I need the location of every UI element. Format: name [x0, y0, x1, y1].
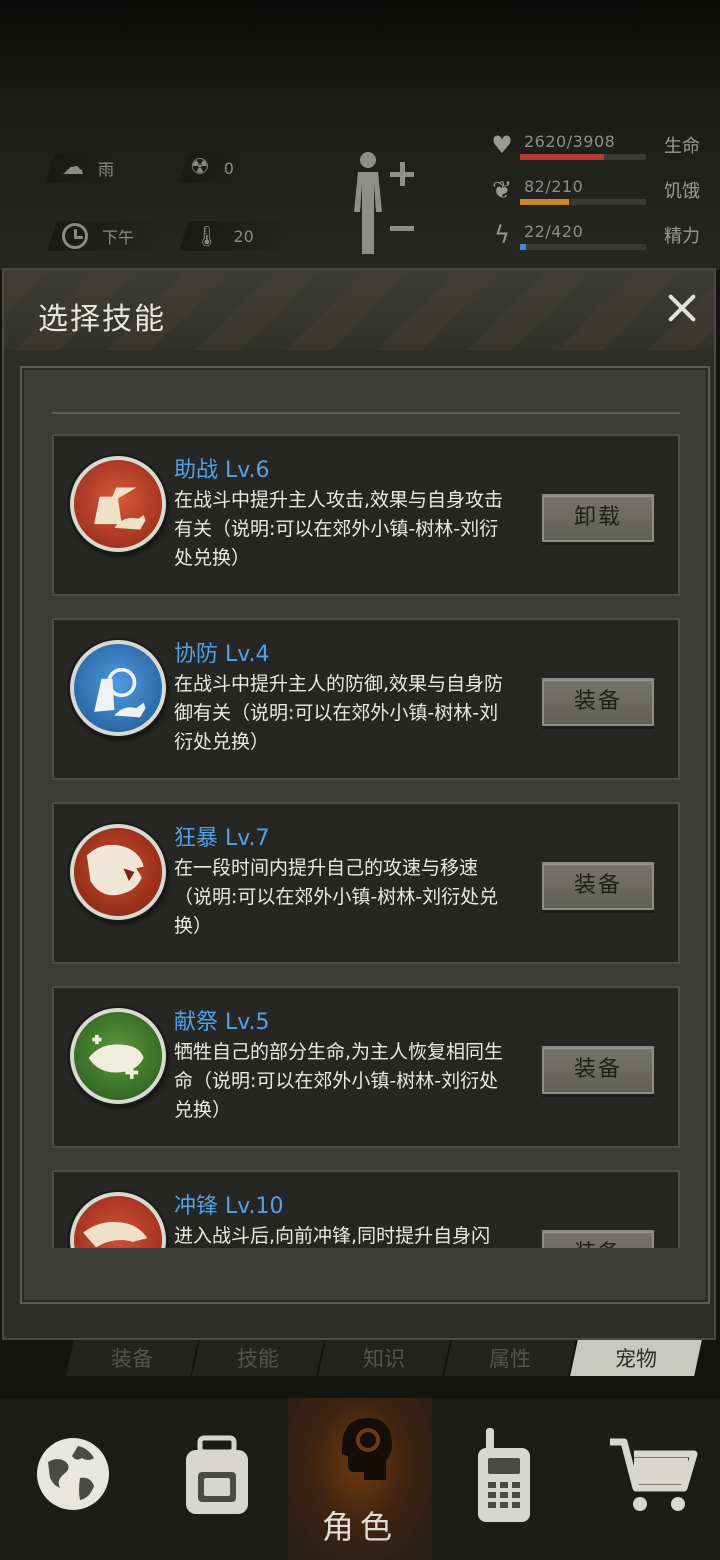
skill-description: 在一段时间内提升自己的攻速与移速（说明:可以在郊外小镇-树林-刘衍处兑换） [174, 857, 499, 937]
unequip-button[interactable]: 卸载 [542, 494, 654, 542]
nav-character-label: 角色 [321, 1508, 398, 1546]
cart-icon [610, 1438, 698, 1511]
weather-text: 雨 [98, 160, 115, 179]
skill-list[interactable]: 助战 Lv.6 在战斗中提升主人攻击,效果与自身攻击有关（说明:可以在郊外小镇-… [52, 434, 682, 1248]
zoom-in-icon[interactable] [390, 162, 414, 186]
health-label: 生命 [664, 136, 700, 157]
skill-description: 在战斗中提升主人的防御,效果与自身防御有关（说明:可以在郊外小镇-树林-刘衍处兑… [174, 673, 504, 753]
time-stat: 下午 [62, 221, 134, 251]
tab-attributes[interactable]: 属性 [444, 1340, 576, 1376]
energy-label: 精力 [664, 226, 700, 247]
skill-name: 协防 Lv.4 [174, 642, 270, 667]
tab-skills[interactable]: 技能 [192, 1340, 324, 1376]
zoom-out-icon[interactable] [390, 226, 414, 231]
tab-label: 宠物 [615, 1347, 657, 1371]
skill-card-sacrifice: 献祭 Lv.5 牺牲自己的部分生命,为主人恢复相同生命（说明:可以在郊外小镇-树… [52, 986, 680, 1148]
equip-button[interactable]: 装备 [542, 1230, 654, 1248]
skill-description: 牺牲自己的部分生命,为主人恢复相同生命（说明:可以在郊外小镇-树林-刘衍处兑换） [174, 1041, 504, 1121]
clock-icon [62, 223, 88, 249]
charge-beast-icon [70, 1192, 166, 1248]
skill-name: 冲锋 Lv.10 [174, 1194, 284, 1219]
rain-cloud-icon: ☁ [62, 155, 84, 180]
equip-button[interactable]: 装备 [542, 1046, 654, 1094]
energy-icon: ϟ [494, 221, 510, 249]
walkie-talkie-icon [478, 1428, 530, 1522]
bottom-nav: 角色 [0, 1398, 720, 1560]
sacrifice-paw-icon [70, 1008, 166, 1104]
weather-stat: ☁ 雨 [62, 153, 114, 183]
thermometer-icon: 🌡︎ [194, 224, 220, 248]
health-bar-fill [520, 154, 605, 160]
skill-name: 狂暴 Lv.7 [174, 826, 270, 851]
nav-radio[interactable] [432, 1398, 576, 1560]
skill-select-modal: 选择技能 助战 Lv.6 在战斗中提升主人攻击,效果与自身攻击有关（说明:可以在… [2, 268, 716, 1340]
energy-bar [520, 244, 646, 250]
tab-label: 装备 [111, 1347, 153, 1371]
nav-character[interactable]: 角色 [288, 1398, 432, 1560]
nav-shop[interactable] [576, 1398, 720, 1560]
skill-card-charge: 冲锋 Lv.10 进入战斗后,向前冲锋,同时提升自身闪 装备 [52, 1170, 680, 1248]
temperature-value: 20 [233, 226, 254, 246]
energy-bar-fill [520, 244, 527, 250]
skill-panel: 助战 Lv.6 在战斗中提升主人攻击,效果与自身攻击有关（说明:可以在郊外小镇-… [20, 366, 710, 1304]
head-icon [342, 1418, 392, 1480]
tab-label: 知识 [363, 1347, 405, 1371]
skill-card-guard: 协防 Lv.4 在战斗中提升主人的防御,效果与自身防御有关（说明:可以在郊外小镇… [52, 618, 680, 780]
heart-icon: ♥ [491, 131, 513, 159]
tab-knowledge[interactable]: 知识 [318, 1340, 450, 1376]
skill-name: 献祭 Lv.5 [174, 1010, 270, 1035]
body-figure-icon[interactable] [348, 148, 396, 254]
nav-backpack[interactable] [144, 1398, 288, 1560]
shield-dog-icon [70, 640, 166, 736]
tab-label: 技能 [237, 1347, 279, 1371]
modal-title: 选择技能 [38, 302, 166, 337]
equip-button[interactable]: 装备 [542, 678, 654, 726]
stomach-icon: ❦ [491, 176, 513, 204]
hunger-label: 饥饿 [664, 181, 700, 202]
modal-header: 选择技能 [4, 270, 714, 350]
globe-icon [37, 1438, 109, 1510]
tab-label: 属性 [489, 1347, 531, 1371]
skill-card-rage: 狂暴 Lv.7 在一段时间内提升自己的攻速与移速（说明:可以在郊外小镇-树林-刘… [52, 802, 680, 964]
vital-hunger: ❦ 82/210 饥饿 [488, 175, 708, 215]
hunter-dog-icon [70, 456, 166, 552]
vital-health: ♥ 2620/3908 生命 [488, 130, 708, 170]
hunger-bar-fill [520, 199, 570, 205]
hunger-bar [520, 199, 646, 205]
skill-name: 助战 Lv.6 [174, 458, 270, 483]
health-bar [520, 154, 646, 160]
nav-world-map[interactable] [0, 1398, 144, 1560]
temperature-stat: 🌡︎ 20 [194, 221, 254, 251]
radiation-value: 0 [223, 158, 234, 178]
radiation-icon: ☢ [190, 155, 210, 180]
hunger-value: 82/210 [524, 177, 584, 196]
character-tabs: 装备 技能 知识 属性 宠物 [66, 1340, 702, 1382]
vital-energy: ϟ 22/420 精力 [488, 220, 708, 260]
radiation-stat: ☢ 0 [190, 153, 234, 183]
skill-card-assist: 助战 Lv.6 在战斗中提升主人攻击,效果与自身攻击有关（说明:可以在郊外小镇-… [52, 434, 680, 596]
close-icon[interactable] [662, 288, 702, 328]
skill-description: 进入战斗后,向前冲锋,同时提升自身闪 [174, 1225, 491, 1247]
energy-value: 22/420 [524, 222, 584, 241]
backpack-icon [186, 1435, 248, 1514]
panel-divider [52, 412, 680, 414]
equip-button[interactable]: 装备 [542, 862, 654, 910]
skill-description: 在战斗中提升主人攻击,效果与自身攻击有关（说明:可以在郊外小镇-树林-刘衍处兑换… [174, 489, 504, 569]
health-value: 2620/3908 [524, 132, 616, 151]
tab-pet[interactable]: 宠物 [570, 1340, 702, 1376]
tab-equipment[interactable]: 装备 [66, 1340, 198, 1376]
time-of-day-text: 下午 [102, 228, 135, 247]
roaring-beast-icon [70, 824, 166, 920]
